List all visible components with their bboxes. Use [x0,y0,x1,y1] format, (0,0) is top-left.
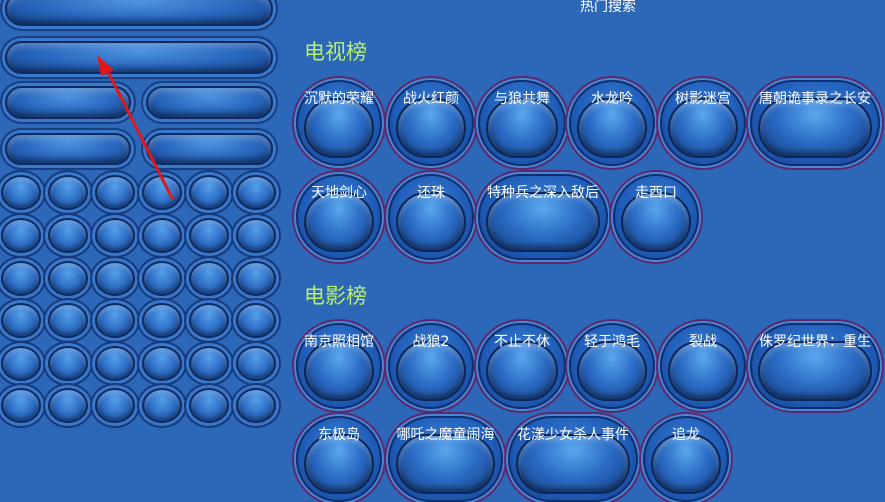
annotation-arrow [97,55,174,200]
